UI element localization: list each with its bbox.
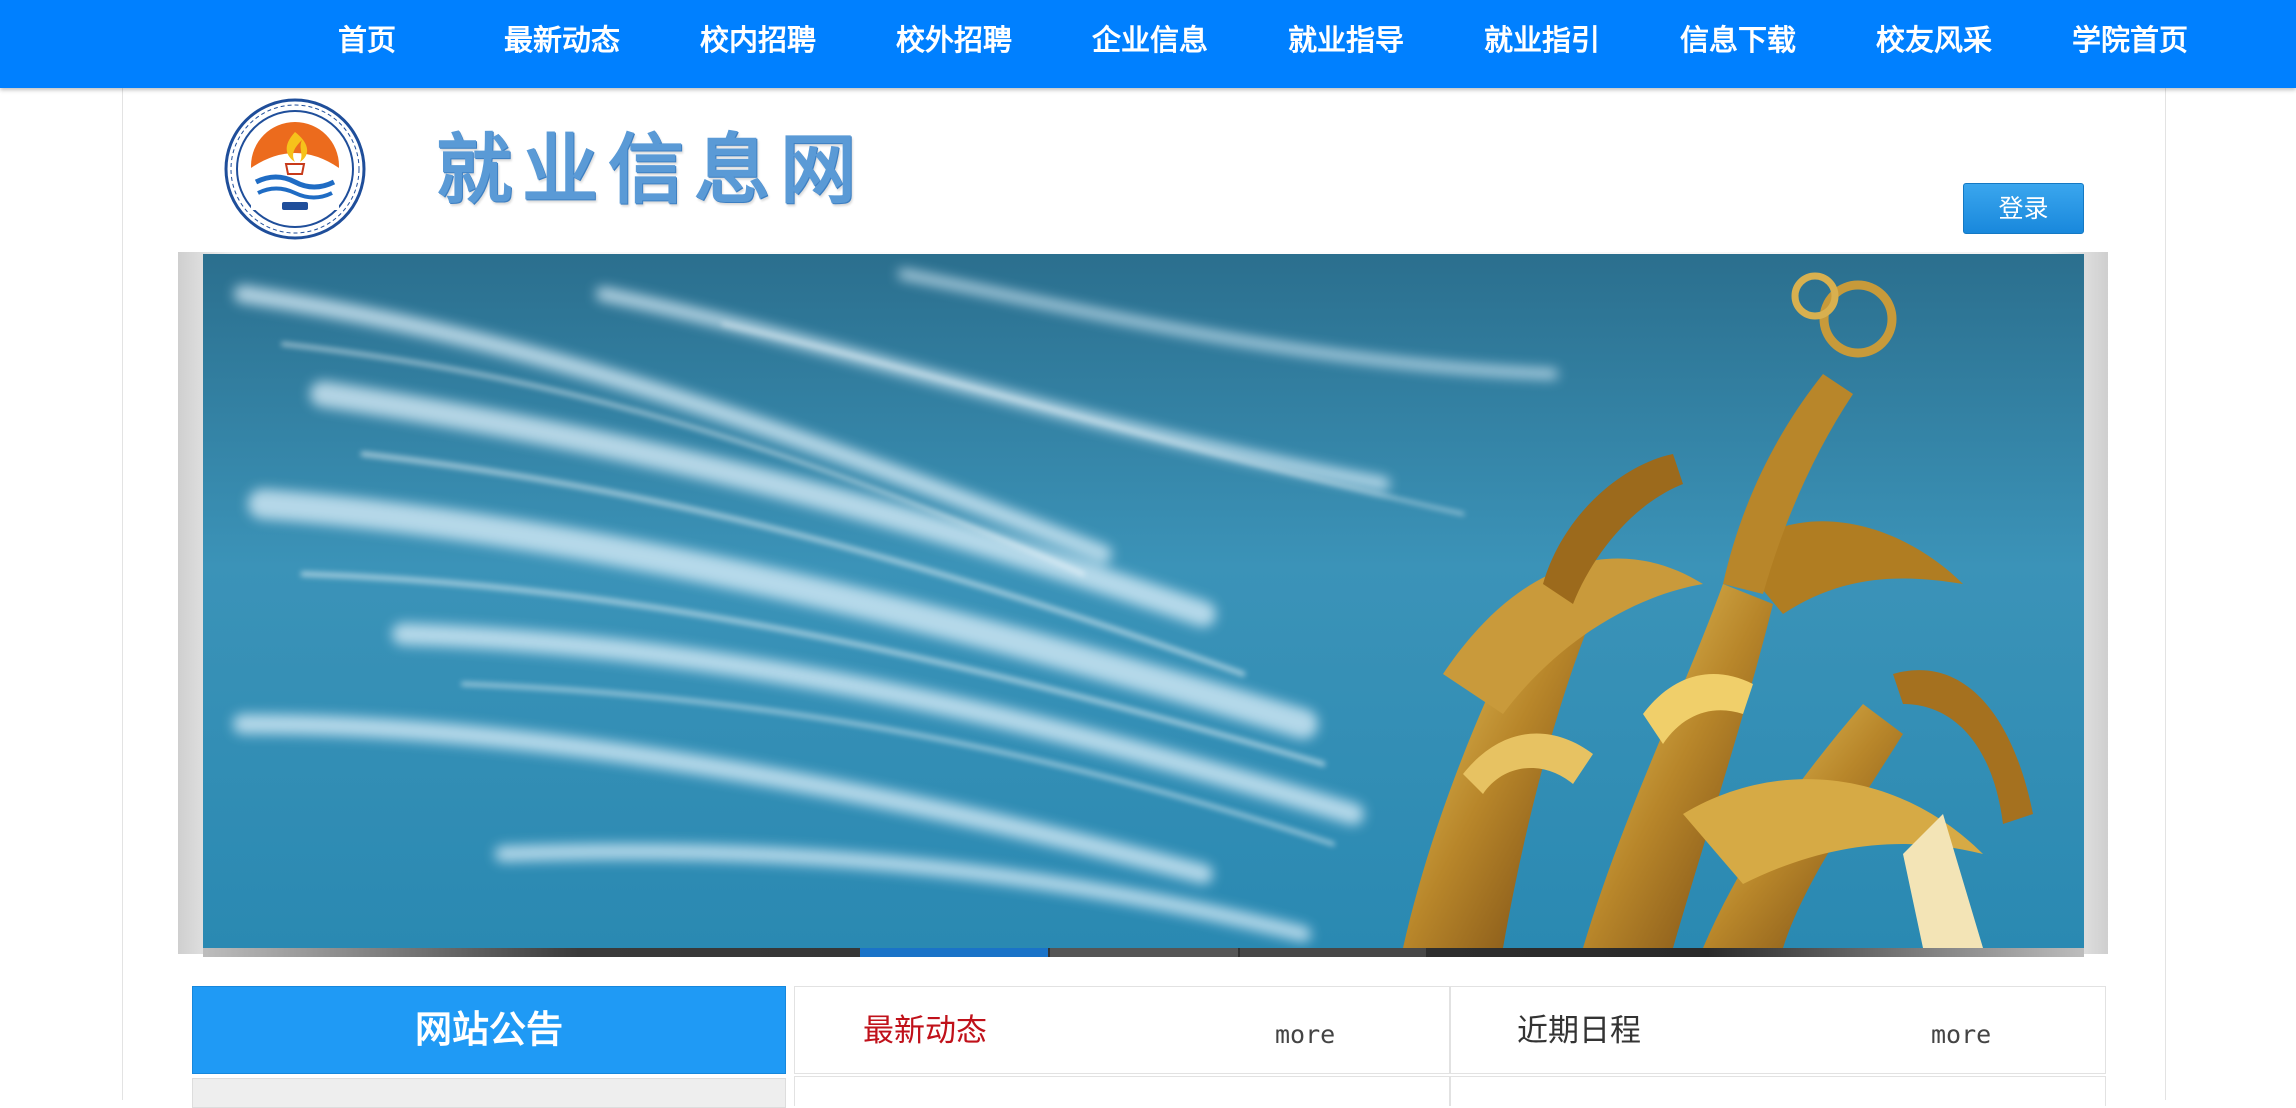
schedule-panel-body	[1450, 1076, 2106, 1106]
nav-item-company-info[interactable]: 企业信息	[1092, 0, 1208, 80]
news-panel-header: 最新动态 more	[794, 986, 1450, 1074]
carousel-dot-2-active[interactable]	[860, 948, 1048, 957]
nav-item-career-guide[interactable]: 就业指引	[1484, 0, 1600, 80]
nav-item-downloads[interactable]: 信息下载	[1680, 0, 1796, 80]
schedule-panel-title[interactable]: 近期日程	[1517, 987, 1641, 1075]
nav-item-latest-news[interactable]: 最新动态	[504, 0, 620, 80]
site-title: 就业信息网	[436, 125, 866, 214]
nav-item-offcampus-jobs[interactable]: 校外招聘	[896, 0, 1012, 80]
news-panel-body	[794, 1076, 1450, 1106]
nav-item-career-guidance[interactable]: 就业指导	[1288, 0, 1404, 80]
news-panel-title[interactable]: 最新动态	[863, 987, 987, 1075]
carousel-dot-4[interactable]	[1240, 948, 1426, 957]
schedule-panel-header: 近期日程 more	[1450, 986, 2106, 1074]
schedule-more-link[interactable]: more	[1931, 991, 1991, 1079]
banner-carousel[interactable]	[203, 254, 2084, 948]
golden-statue-sky-photo	[203, 254, 2084, 948]
top-nav-bar: 首页 最新动态 校内招聘 校外招聘 企业信息 就业指导 就业指引 信息下载 校友…	[0, 0, 2296, 88]
nav-item-alumni[interactable]: 校友风采	[1876, 0, 1992, 80]
nav-item-home[interactable]: 首页	[338, 0, 396, 80]
login-button[interactable]: 登录	[1963, 183, 2084, 234]
notice-panel-body	[192, 1078, 786, 1108]
school-seal-icon[interactable]	[224, 98, 366, 240]
carousel-dot-3[interactable]	[1050, 948, 1238, 957]
notice-panel-header: 网站公告	[192, 986, 786, 1074]
news-more-link[interactable]: more	[1275, 991, 1335, 1079]
nav-item-campus-jobs[interactable]: 校内招聘	[700, 0, 816, 80]
nav-item-college-home[interactable]: 学院首页	[2072, 0, 2188, 80]
